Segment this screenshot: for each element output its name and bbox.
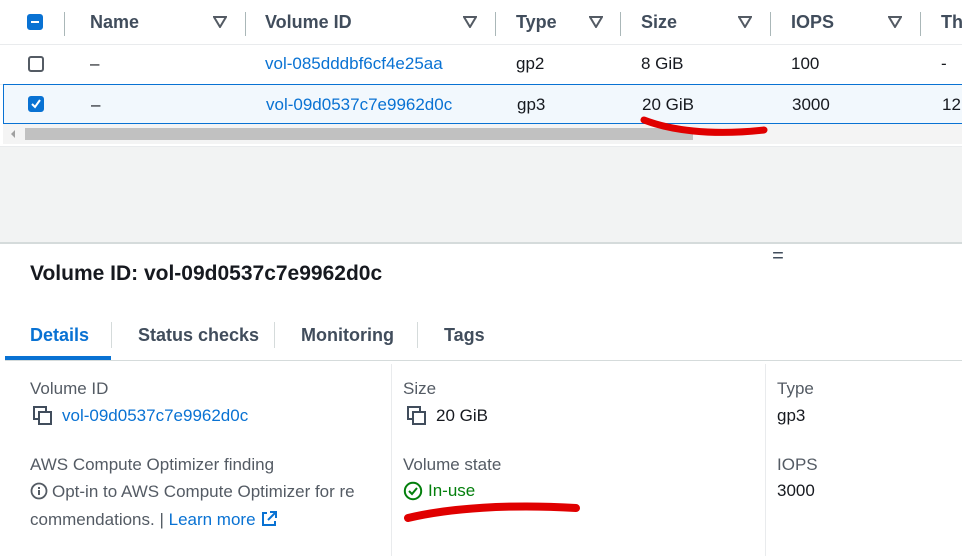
column-header-label: IOPS: [791, 11, 835, 32]
field-label-volume-state: Volume state: [403, 455, 502, 474]
row-checkbox[interactable]: [28, 56, 44, 72]
cell-volume-id-link[interactable]: vol-085dddbf6cf4e25aa: [265, 44, 443, 84]
copy-icon[interactable]: [32, 405, 54, 427]
cell-type: gp2: [516, 54, 545, 73]
details-tabs: Details Status checks Monitoring Tags: [5, 310, 962, 361]
page-title: Volume ID: vol-09d0537c7e9962d0c: [30, 262, 383, 285]
sort-icon[interactable]: [888, 16, 902, 28]
select-all-checkbox[interactable]: [27, 14, 43, 30]
cell-throughput: -: [941, 54, 947, 73]
scrollbar-thumb[interactable]: [25, 128, 693, 140]
column-header-iops[interactable]: IOPS: [791, 0, 834, 44]
table-row[interactable]: – vol-085dddbf6cf4e25aa gp2 8 GiB 100 -: [0, 44, 962, 85]
field-label-optimizer: AWS Compute Optimizer finding: [30, 455, 275, 474]
row-checkbox[interactable]: [28, 96, 44, 112]
copy-icon[interactable]: [406, 405, 428, 427]
tab-tags[interactable]: Tags: [444, 310, 485, 360]
volume-id-link[interactable]: vol-09d0537c7e9962d0c: [62, 406, 248, 426]
external-link-icon[interactable]: [260, 510, 278, 528]
field-label-iops: IOPS: [777, 455, 818, 474]
cell-size: 8 GiB: [641, 54, 684, 73]
column-header-label: Th: [941, 11, 962, 32]
table-row-selected[interactable]: – vol-09d0537c7e9962d0c gp3 20 GiB 3000 …: [3, 84, 962, 124]
iops-value: 3000: [777, 481, 815, 500]
info-icon: [30, 482, 48, 500]
column-header-throughput[interactable]: Th: [941, 0, 962, 44]
optimizer-text-line2: commendations. | Learn more: [30, 510, 278, 530]
field-label-size: Size: [403, 379, 437, 398]
column-header-label: Size: [641, 11, 678, 32]
cell-type: gp3: [517, 95, 546, 114]
column-header-name[interactable]: Name: [90, 0, 139, 44]
optimizer-text-line2-label: commendations. |: [30, 510, 164, 529]
volumes-table: Name Volume ID Type Size IOPS Th – vol-0…: [0, 0, 962, 146]
checkmark-icon: [31, 99, 41, 109]
sort-icon[interactable]: [213, 16, 227, 28]
volume-state-value: In-use: [403, 481, 475, 501]
volume-id-value: vol-09d0537c7e9962d0c: [32, 405, 248, 427]
horizontal-scrollbar[interactable]: [3, 124, 962, 144]
table-empty-area: [0, 146, 962, 243]
type-value: gp3: [777, 406, 806, 425]
column-header-size[interactable]: Size: [641, 0, 677, 44]
optimizer-text-line1: Opt-in to AWS Compute Optimizer for re: [52, 482, 355, 501]
cell-name: –: [91, 95, 101, 114]
size-text: 20 GiB: [436, 406, 488, 425]
cell-iops: 100: [791, 54, 820, 73]
cell-name: –: [90, 54, 100, 73]
column-header-label: Name: [90, 11, 140, 32]
resize-handle-icon[interactable]: =: [770, 246, 786, 266]
table-header-row: Name Volume ID Type Size IOPS Th: [0, 0, 962, 45]
cell-throughput: 12: [942, 95, 961, 114]
tab-status-checks[interactable]: Status checks: [138, 310, 259, 360]
sort-icon[interactable]: [463, 16, 477, 28]
cell-iops: 3000: [792, 95, 830, 114]
cell-volume-id-link[interactable]: vol-09d0537c7e9962d0c: [266, 85, 452, 125]
size-value: 20 GiB: [406, 405, 488, 427]
column-header-type[interactable]: Type: [516, 0, 557, 44]
cell-size: 20 GiB: [642, 95, 694, 114]
column-header-label: Type: [516, 11, 557, 32]
tab-details[interactable]: Details: [30, 310, 89, 360]
field-label-volume-id: Volume ID: [30, 379, 109, 398]
column-header-label: Volume ID: [265, 11, 352, 32]
indeterminate-icon: [31, 21, 39, 23]
column-header-volume-id[interactable]: Volume ID: [265, 0, 352, 44]
sort-icon[interactable]: [589, 16, 603, 28]
scroll-left-arrow-icon[interactable]: [9, 129, 17, 139]
optimizer-text: Opt-in to AWS Compute Optimizer for re: [30, 482, 355, 502]
active-tab-indicator: [5, 356, 111, 360]
volume-state-text: In-use: [428, 481, 476, 500]
tab-monitoring[interactable]: Monitoring: [301, 310, 394, 360]
field-label-type: Type: [777, 379, 814, 398]
learn-more-link[interactable]: Learn more: [169, 510, 256, 529]
sort-icon[interactable]: [738, 16, 752, 28]
success-check-icon: [403, 481, 423, 501]
